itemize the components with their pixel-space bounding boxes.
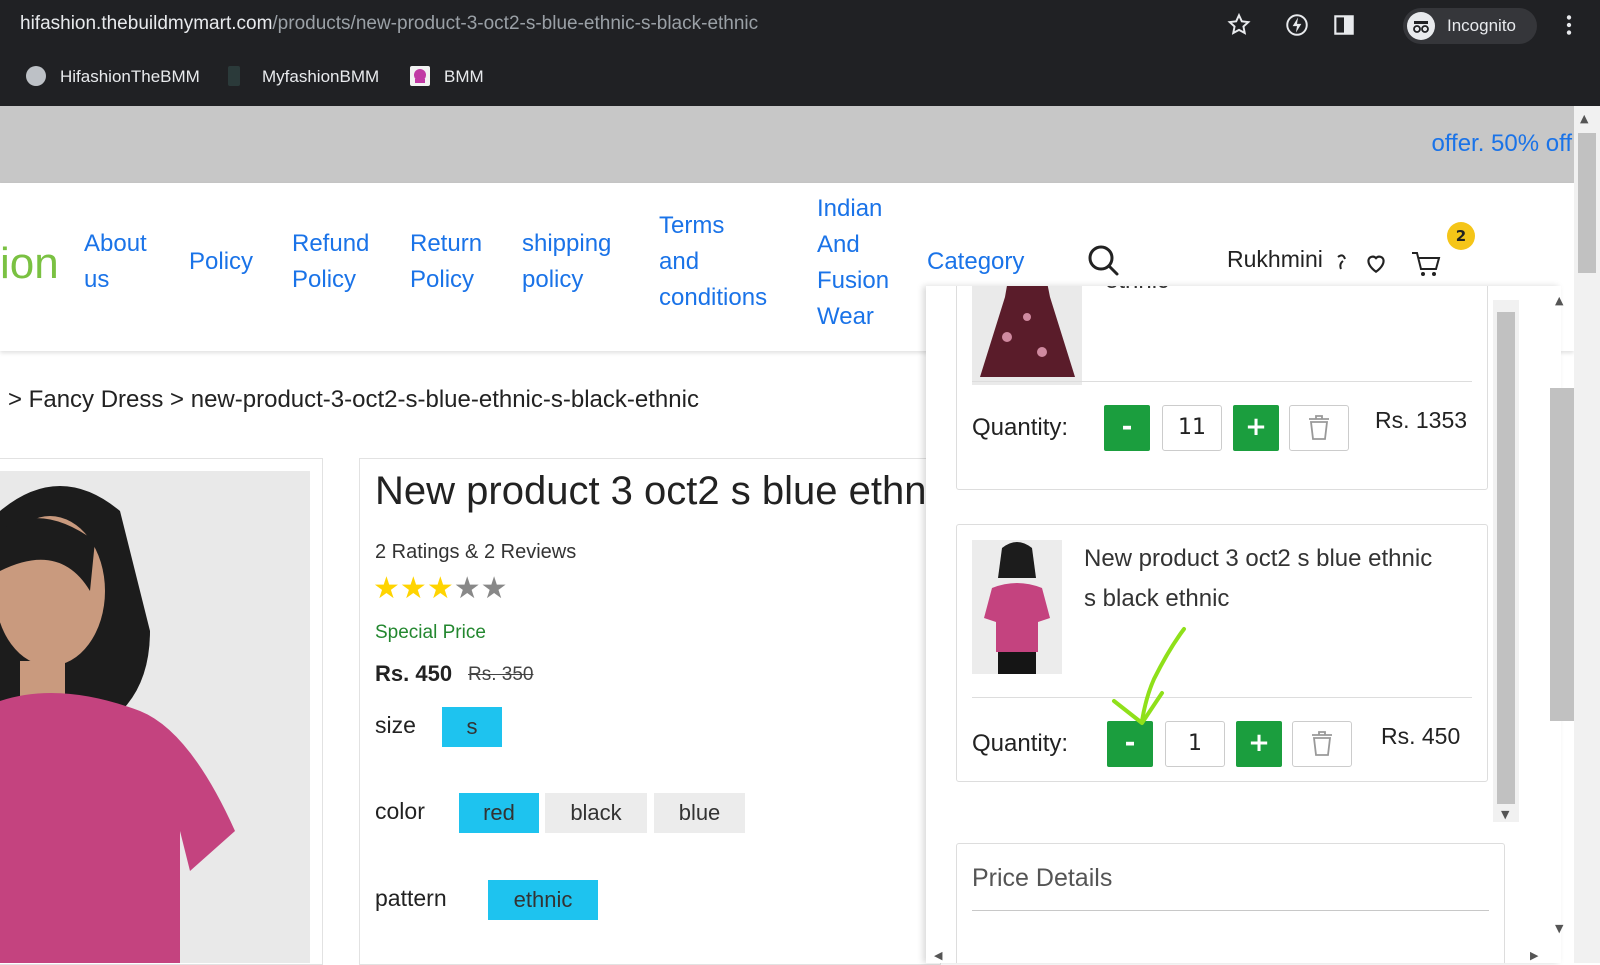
incognito-icon	[1407, 12, 1435, 40]
cart-item-divider	[972, 381, 1472, 382]
price-details-title: Price Details	[972, 864, 1113, 892]
search-icon[interactable]	[1086, 243, 1120, 277]
cart-item: ethnic Quantity: - 11 + Rs. 1353	[956, 286, 1488, 490]
scroll-down-icon[interactable]: ▼	[1555, 922, 1563, 935]
star-filled-icon: ★	[373, 571, 400, 606]
bookmark-bmm[interactable]: BMM	[410, 66, 484, 87]
quantity-label: Quantity:	[972, 414, 1069, 441]
browser-chrome: hifashion.thebuildmymart.com/products/ne…	[0, 0, 1600, 106]
star-icon[interactable]	[1226, 12, 1252, 38]
scroll-left-icon[interactable]: ◀	[934, 949, 942, 962]
product-info-panel: New product 3 oct2 s blue ethnic s black…	[359, 458, 941, 965]
incognito-label: Incognito	[1447, 16, 1516, 35]
breadcrumb: > Fancy Dress > new-product-3-oct2-s-blu…	[8, 386, 699, 413]
nav-terms-and-conditions[interactable]: Terms and conditions	[659, 208, 767, 316]
increase-quantity-button[interactable]: +	[1233, 405, 1279, 451]
bookmark-hifashion[interactable]: HifashionTheBMM	[26, 66, 200, 87]
heart-icon[interactable]	[1363, 250, 1389, 276]
nav-policy[interactable]: Policy	[189, 244, 253, 280]
bookmark-myfashion[interactable]: MyfashionBMM	[228, 66, 379, 87]
page-scrollbar-thumb[interactable]	[1578, 133, 1596, 273]
offer-bar: offer. 50% off	[0, 106, 1574, 183]
pattern-option-ethnic[interactable]: ethnic	[488, 880, 598, 920]
offer-text: offer. 50% off	[1431, 130, 1572, 157]
address-bar[interactable]: hifashion.thebuildmymart.com/products/ne…	[20, 13, 758, 35]
myfashion-icon	[228, 66, 240, 86]
product-image	[0, 471, 310, 963]
cart-item: New product 3 oct2 s blue ethnic s black…	[956, 524, 1488, 782]
cart-item-amount: Rs. 450	[1381, 723, 1461, 749]
cart-count-badge: 2	[1447, 222, 1475, 250]
ratings-summary[interactable]: 2 Ratings & 2 Reviews	[375, 541, 576, 564]
quantity-value[interactable]: 11	[1162, 405, 1222, 451]
annotation-arrow-icon	[1100, 625, 1190, 730]
nav-category[interactable]: Category	[927, 244, 1024, 280]
cart-icon[interactable]	[1410, 250, 1442, 278]
cart-drawer: ethnic Quantity: - 11 + Rs. 1353 New pro…	[926, 286, 1561, 963]
trash-icon[interactable]	[1289, 405, 1349, 451]
cart-item-thumbnail[interactable]	[972, 286, 1082, 385]
cart-item-title[interactable]: New product 3 oct2 s blue ethnic s black…	[1084, 539, 1444, 619]
trash-icon[interactable]	[1292, 721, 1352, 767]
scroll-up-icon[interactable]: ▲	[1555, 294, 1563, 307]
nav-refund-policy[interactable]: Refund Policy	[292, 226, 369, 298]
url-path: /products/new-product-3-oct2-s-blue-ethn…	[272, 13, 759, 34]
cart-item-thumbnail[interactable]	[972, 540, 1062, 674]
bmm-icon	[410, 66, 430, 86]
pattern-label: pattern	[375, 885, 447, 911]
drawer-scrollbar-thumb[interactable]	[1550, 388, 1574, 721]
color-option-blue[interactable]: blue	[654, 793, 745, 833]
size-option-s[interactable]: s	[442, 707, 502, 747]
star-empty-icon: ★	[453, 571, 481, 606]
scroll-down-icon[interactable]: ▼	[1501, 808, 1509, 821]
price-details-box: Price Details	[956, 843, 1505, 963]
rating-stars: ★★★★★	[373, 571, 508, 606]
nav-about-us[interactable]: About us	[84, 226, 147, 298]
product-mrp: Rs. 350	[468, 664, 534, 685]
globe-icon	[26, 66, 46, 86]
nav-indian-fusion-wear[interactable]: Indian And Fusion Wear	[817, 191, 889, 335]
cart-item-amount: Rs. 1353	[1375, 407, 1468, 433]
site-logo[interactable]: ion	[0, 239, 59, 289]
nav-return-policy[interactable]: Return Policy	[410, 226, 482, 298]
color-option-black[interactable]: black	[545, 793, 647, 833]
increase-quantity-button[interactable]: +	[1236, 721, 1282, 767]
special-price-label: Special Price	[375, 622, 486, 643]
url-domain: hifashion.thebuildmymart.com	[20, 13, 273, 34]
star-filled-icon: ★	[426, 571, 454, 606]
user-name[interactable]: Rukhmini	[1227, 246, 1323, 273]
cart-scrollbar-thumb[interactable]	[1497, 312, 1515, 804]
color-option-red[interactable]: red	[459, 793, 539, 833]
decrease-quantity-button[interactable]: -	[1104, 405, 1150, 451]
star-filled-icon: ★	[399, 571, 427, 606]
star-empty-icon: ★	[480, 571, 508, 606]
menu-icon[interactable]	[1556, 12, 1582, 38]
quantity-label: Quantity:	[972, 730, 1069, 757]
scroll-up-icon[interactable]: ▲	[1580, 112, 1588, 125]
user-icon[interactable]	[1335, 249, 1349, 275]
cart-item-divider	[972, 697, 1472, 698]
sidepanel-icon[interactable]	[1331, 12, 1357, 38]
cart-item-title[interactable]: ethnic	[1105, 286, 1169, 301]
product-price: Rs. 450	[375, 661, 453, 686]
incognito-badge[interactable]: Incognito	[1403, 8, 1537, 44]
color-label: color	[375, 798, 425, 824]
lightning-icon[interactable]	[1284, 12, 1310, 38]
size-label: size	[375, 712, 416, 738]
price-details-divider	[972, 910, 1489, 911]
product-title: New product 3 oct2 s blue ethnic s black…	[375, 469, 940, 513]
scroll-right-icon[interactable]: ▶	[1530, 949, 1538, 962]
nav-shipping-policy[interactable]: shipping policy	[522, 226, 611, 298]
